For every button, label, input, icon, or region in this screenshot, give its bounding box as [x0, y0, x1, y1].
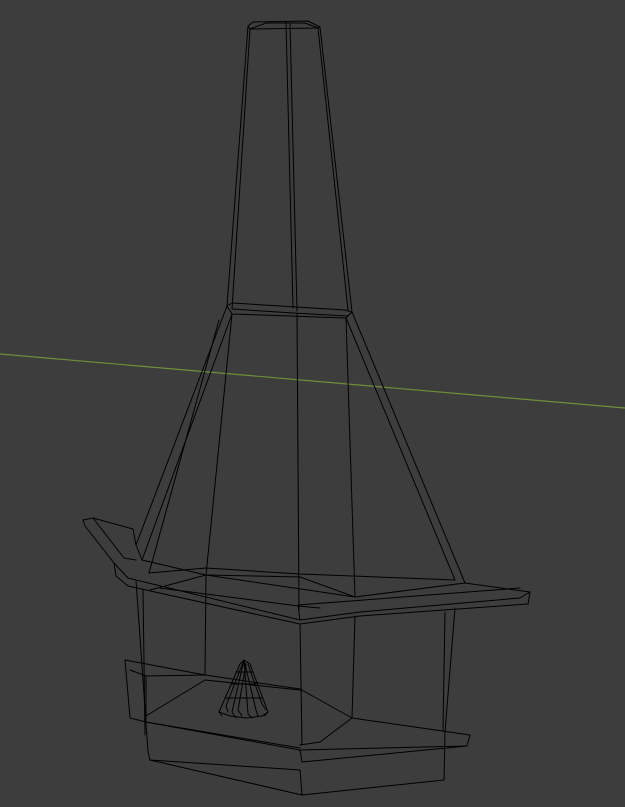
chimney-flue	[226, 21, 353, 313]
x-axis-line	[0, 353, 625, 409]
fireplace-hood	[135, 305, 466, 611]
viewport-canvas[interactable]	[0, 0, 625, 807]
3d-viewport[interactable]	[0, 0, 625, 807]
chimney-collar	[226, 302, 353, 319]
firewood-logs	[218, 659, 269, 719]
hearth	[124, 659, 471, 796]
fireplace-wireframe[interactable]	[82, 20, 531, 796]
chimney-cap	[247, 20, 321, 30]
